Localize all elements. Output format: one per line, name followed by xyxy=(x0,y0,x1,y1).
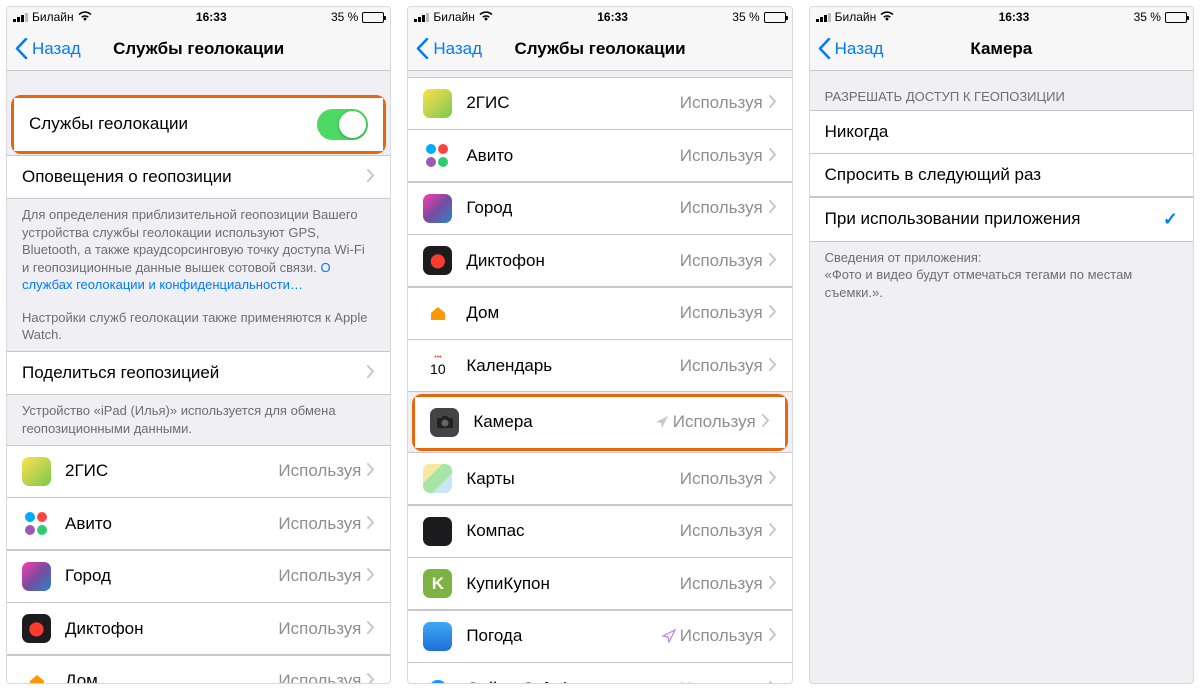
app-row-camera[interactable]: КамераИспользуя xyxy=(415,397,784,448)
location-services-toggle-row[interactable]: Службы геолокации xyxy=(14,98,383,151)
back-label: Назад xyxy=(32,39,81,59)
highlight-camera-row: КамераИспользуя xyxy=(412,394,787,451)
nav-bar: Назад Камера xyxy=(810,27,1193,71)
footer-ipad: Устройство «iPad (Илья)» используется дл… xyxy=(7,395,390,445)
app-icon-diktofon: ⬤ xyxy=(22,614,51,643)
location-arrow-icon xyxy=(662,629,676,643)
status-bar: Билайн 16:33 35 % xyxy=(810,7,1193,27)
location-arrow-icon xyxy=(655,415,669,429)
app-icon-dom xyxy=(423,299,452,328)
chevron-right-icon xyxy=(367,514,375,534)
chevron-right-icon xyxy=(367,461,375,481)
wifi-icon xyxy=(479,11,493,24)
signal-icon xyxy=(816,12,831,22)
app-row-diktofon[interactable]: ⬤ДиктофонИспользуя xyxy=(408,234,791,287)
screen-3: Билайн 16:33 35 % Назад Камера Разрешать… xyxy=(809,6,1194,684)
app-icon-safari xyxy=(423,674,452,683)
app-row-dom[interactable]: ДомИспользуя xyxy=(408,287,791,340)
app-row-kupikupon[interactable]: KКупиКупонИспользуя xyxy=(408,557,791,610)
back-button[interactable]: Назад xyxy=(416,38,482,59)
app-row-compass[interactable]: КомпасИспользуя xyxy=(408,505,791,558)
signal-icon xyxy=(414,12,429,22)
app-icon-gorod xyxy=(22,562,51,591)
signal-icon xyxy=(13,12,28,22)
app-icon-diktofon: ⬤ xyxy=(423,246,452,275)
carrier-label: Билайн xyxy=(32,10,74,24)
status-time: 16:33 xyxy=(196,10,227,24)
location-alerts-row[interactable]: Оповещения о геопозиции xyxy=(7,155,390,199)
toggle-label: Службы геолокации xyxy=(29,114,317,134)
chevron-right-icon xyxy=(769,356,777,376)
app-icon-avito xyxy=(423,141,452,170)
share-location-row[interactable]: Поделиться геопозицией xyxy=(7,351,390,395)
section-header-allow-access: Разрешать доступ к геопозиции xyxy=(810,71,1193,110)
app-row-2gis[interactable]: 2ГИСИспользуя xyxy=(408,77,791,130)
status-bar: Билайн 16:33 35 % xyxy=(408,7,791,27)
footer-watch: Настройки служб геолокации также применя… xyxy=(7,302,390,352)
battery-icon xyxy=(362,12,384,23)
footer-privacy: Для определения приблизительной геопозиц… xyxy=(7,199,390,302)
nav-bar: Назад Службы геолокации xyxy=(408,27,791,71)
chevron-right-icon xyxy=(367,619,375,639)
option-never[interactable]: Никогда xyxy=(810,110,1193,154)
chevron-right-icon xyxy=(769,251,777,271)
chevron-right-icon xyxy=(769,626,777,646)
app-icon-dom xyxy=(22,667,51,683)
chevron-right-icon xyxy=(367,363,375,383)
chevron-right-icon xyxy=(762,412,770,432)
app-icon-kupikupon: K xyxy=(423,569,452,598)
chevron-right-icon xyxy=(367,671,375,683)
app-row-calendar[interactable]: •••10КалендарьИспользуя xyxy=(408,339,791,392)
app-icon-avito xyxy=(22,509,51,538)
app-row-safari[interactable]: Сайты SafariИспользуя xyxy=(408,662,791,683)
app-row-maps[interactable]: КартыИспользуя xyxy=(408,452,791,505)
app-provided-description: Сведения от приложения: «Фото и видео бу… xyxy=(810,242,1193,310)
back-button[interactable]: Назад xyxy=(818,38,884,59)
status-bar: Билайн 16:33 35 % xyxy=(7,7,390,27)
app-row-avito[interactable]: АвитоИспользуя xyxy=(408,129,791,182)
chevron-right-icon xyxy=(367,167,375,187)
wifi-icon xyxy=(880,11,894,24)
toggle-switch-on[interactable] xyxy=(317,109,368,140)
nav-bar: Назад Службы геолокации xyxy=(7,27,390,71)
app-row-gorod[interactable]: ГородИспользуя xyxy=(408,182,791,235)
app-row-avito[interactable]: Авито Используя xyxy=(7,497,390,550)
chevron-right-icon xyxy=(769,146,777,166)
back-button[interactable]: Назад xyxy=(15,38,81,59)
chevron-right-icon xyxy=(769,469,777,489)
app-row-dom[interactable]: Дом Используя xyxy=(7,655,390,683)
screen-1: Билайн 16:33 35 % Назад Службы геолокаци… xyxy=(6,6,391,684)
battery-icon xyxy=(1165,12,1187,23)
chevron-right-icon xyxy=(769,521,777,541)
chevron-right-icon xyxy=(769,93,777,113)
option-while-using[interactable]: При использовании приложения ✓ xyxy=(810,197,1193,242)
app-row-2gis[interactable]: 2ГИС Используя xyxy=(7,445,390,498)
app-icon-maps xyxy=(423,464,452,493)
app-icon-2gis xyxy=(22,457,51,486)
app-icon-gorod xyxy=(423,194,452,223)
app-row-gorod[interactable]: Город Используя xyxy=(7,550,390,603)
wifi-icon xyxy=(78,11,92,24)
app-icon-calendar: •••10 xyxy=(423,351,452,380)
chevron-right-icon xyxy=(769,198,777,218)
screen-2: Билайн 16:33 35 % Назад Службы геолокаци… xyxy=(407,6,792,684)
app-row-weather[interactable]: ПогодаИспользуя xyxy=(408,610,791,663)
option-ask-next-time[interactable]: Спросить в следующий раз xyxy=(810,153,1193,197)
chevron-right-icon xyxy=(769,303,777,323)
app-icon-camera xyxy=(430,408,459,437)
battery-icon xyxy=(764,12,786,23)
app-icon-2gis xyxy=(423,89,452,118)
app-icon-weather xyxy=(423,622,452,651)
app-icon-compass xyxy=(423,517,452,546)
chevron-right-icon xyxy=(769,679,777,684)
highlight-location-toggle: Службы геолокации xyxy=(11,95,386,154)
chevron-right-icon xyxy=(367,566,375,586)
battery-pct: 35 % xyxy=(331,10,358,24)
checkmark-icon: ✓ xyxy=(1163,209,1178,230)
app-row-diktofon[interactable]: ⬤ Диктофон Используя xyxy=(7,602,390,655)
chevron-right-icon xyxy=(769,574,777,594)
